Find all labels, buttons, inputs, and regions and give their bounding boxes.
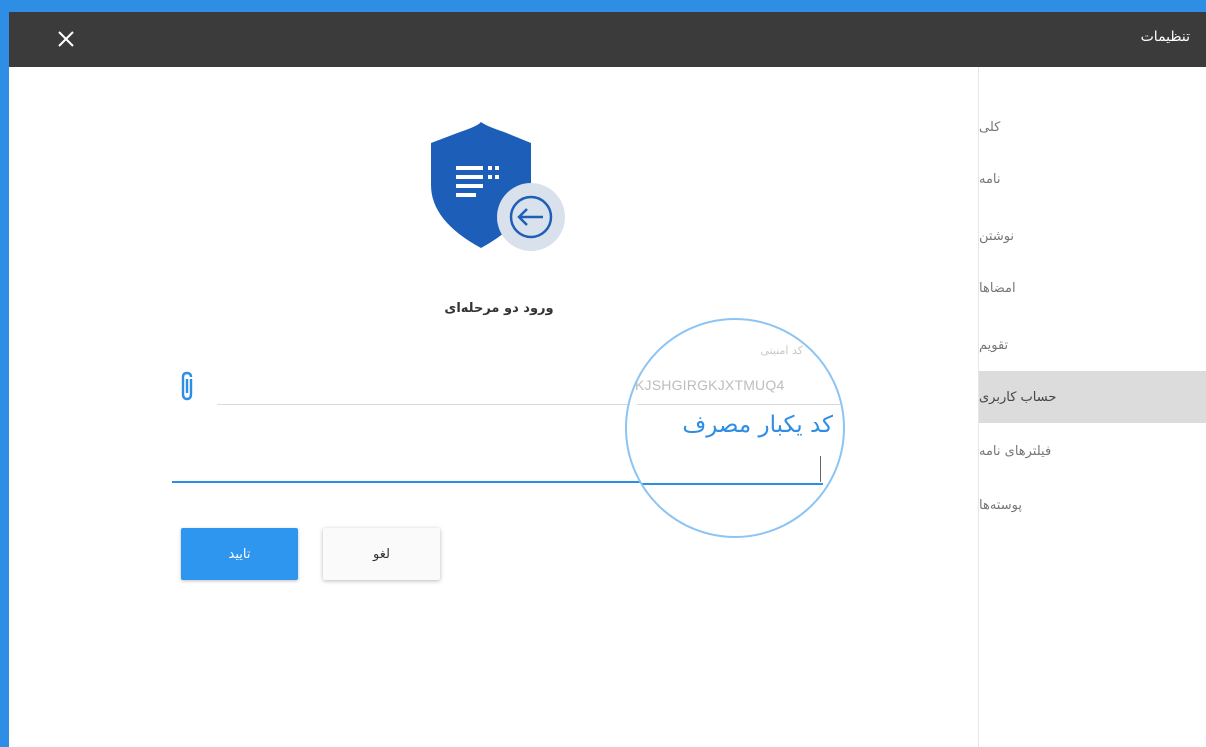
sidebar-item-signatures[interactable]: امضاها	[979, 262, 1206, 314]
close-button[interactable]	[49, 22, 83, 56]
secret-code-underline	[637, 404, 843, 405]
secret-code-value: KJSHGIRGKJXTMUQ4	[635, 377, 785, 393]
main-panel: ورود دو مرحله‌ای تایید لغو کد امنیتی KJS…	[9, 67, 978, 747]
page-title: ورود دو مرحله‌ای	[444, 301, 554, 316]
window-title: تنظیمات	[1140, 29, 1190, 45]
sidebar-item-label: فیلترهای نامه	[979, 443, 1052, 459]
window-frame-top	[0, 0, 1206, 12]
sidebar-item-label: امضاها	[979, 280, 1016, 296]
zoom-magnifier: کد امنیتی KJSHGIRGKJXTMUQ4 کد یکبار مصرف	[625, 318, 845, 538]
sidebar-item-general[interactable]: کلی	[979, 101, 1206, 153]
sidebar-item-account[interactable]: حساب کاربری	[979, 371, 1206, 423]
sidebar-item-compose[interactable]: نوشتن	[979, 210, 1206, 262]
sidebar-item-label: کلی	[979, 119, 1001, 135]
sidebar-item-label: تقویم	[979, 337, 1009, 353]
otp-underline	[627, 483, 823, 485]
sidebar-item-label: نوشتن	[979, 228, 1015, 244]
sidebar-item-label: حساب کاربری	[979, 389, 1057, 405]
confirm-button[interactable]: تایید	[181, 528, 298, 580]
sidebar-item-label: نامه	[979, 171, 1001, 187]
settings-sidebar: کلی نامه نوشتن امضاها تقویم حساب کاربری …	[978, 67, 1206, 747]
window-frame-left	[0, 0, 9, 747]
shield-login-icon	[431, 122, 565, 251]
sidebar-item-themes[interactable]: پوسته‌ها	[979, 479, 1206, 531]
close-icon	[58, 31, 74, 47]
cancel-button[interactable]: لغو	[323, 528, 440, 580]
sidebar-item-calendar[interactable]: تقویم	[979, 319, 1206, 371]
paperclip-icon[interactable]	[179, 370, 197, 404]
secret-code-label: کد امنیتی	[760, 344, 803, 357]
title-bar: تنظیمات	[9, 12, 1206, 67]
secret-code-field[interactable]	[217, 404, 637, 405]
sidebar-item-mail-filters[interactable]: فیلترهای نامه	[979, 425, 1206, 477]
text-cursor	[820, 456, 821, 482]
sidebar-item-label: پوسته‌ها	[979, 497, 1022, 513]
sidebar-item-mail[interactable]: نامه	[979, 153, 1206, 205]
otp-label: کد یکبار مصرف	[682, 412, 833, 438]
